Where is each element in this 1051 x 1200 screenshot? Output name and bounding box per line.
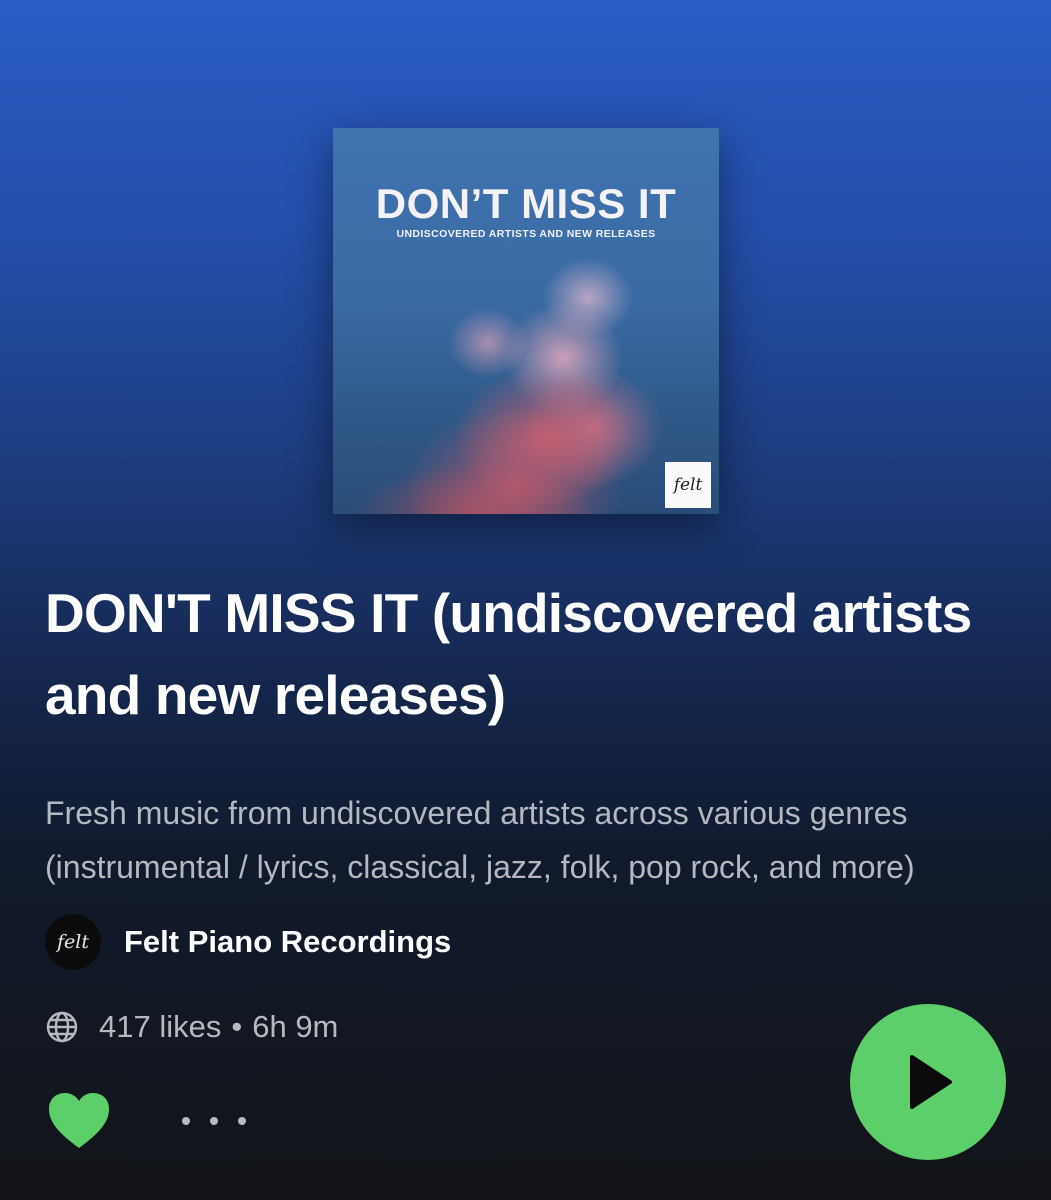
globe-icon	[45, 1010, 79, 1044]
meta-separator: •	[231, 1009, 243, 1044]
playlist-meta: 417 likes • 6h 9m	[45, 1006, 338, 1048]
more-options-button[interactable]	[182, 1104, 246, 1138]
more-options-dot	[182, 1117, 190, 1125]
total-duration: 6h 9m	[252, 1009, 339, 1044]
like-button[interactable]	[46, 1090, 112, 1152]
owner-row[interactable]: felt Felt Piano Recordings	[45, 914, 451, 970]
more-options-dot	[238, 1117, 246, 1125]
play-icon	[910, 1055, 952, 1109]
likes-count: 417 likes	[99, 1009, 222, 1044]
cover-title: DON’T MISS IT	[375, 180, 677, 227]
label-logo: felt	[665, 462, 711, 508]
owner-avatar[interactable]: felt	[45, 914, 101, 970]
owner-name[interactable]: Felt Piano Recordings	[124, 924, 451, 960]
cover-subtitle: UNDISCOVERED ARTISTS AND NEW RELEASES	[396, 228, 656, 240]
more-options-dot	[210, 1117, 218, 1125]
heart-icon	[49, 1093, 109, 1148]
playlist-title: DON'T MISS IT (undiscovered artists and …	[45, 582, 972, 726]
playlist-description[interactable]: Fresh music from undiscovered artists ac…	[45, 786, 1010, 894]
play-button[interactable]	[850, 1004, 1006, 1160]
playlist-cover: DON’T MISS IT UNDISCOVERED ARTISTS AND N…	[333, 128, 719, 514]
